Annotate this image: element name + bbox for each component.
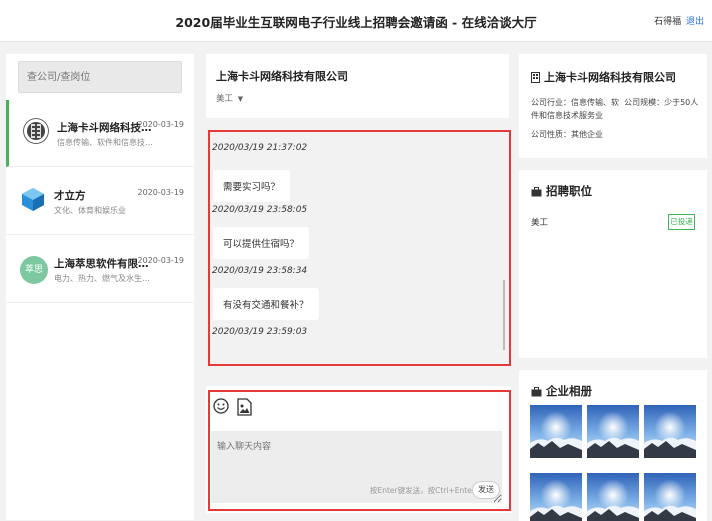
image-icon[interactable] xyxy=(237,398,253,416)
conversation-item[interactable]: 才立方 2020-03-19 文化、体育和娱乐业 xyxy=(6,168,194,235)
page-title: 2020届毕业生互联网电子行业线上招聘会邀请函 - 在线洽谈大厅 xyxy=(175,15,537,30)
album-photo[interactable] xyxy=(644,473,696,521)
emoji-icon[interactable] xyxy=(213,398,229,416)
album-panel: 企业相册 xyxy=(519,370,707,521)
conversation-item[interactable]: 萃思 上海萃思软件有限公司 2020-03-19 电力、热力、燃气及水生产和供应… xyxy=(6,236,194,303)
chat-company-name: 上海卡斗网络科技有限公司 xyxy=(216,70,348,83)
send-button[interactable]: 发送 xyxy=(472,481,500,499)
conversation-item[interactable]: 上海卡斗网络科技有限公司 2020-03-19 信息传输、软件和信息技术服务业 xyxy=(6,100,194,167)
company-avatar: 萃思 xyxy=(20,256,48,284)
company-scale: 公司规模：少于50人 xyxy=(624,98,699,107)
album-photo[interactable] xyxy=(644,405,696,458)
conversation-industry: 信息传输、软件和信息技术服务业 xyxy=(57,138,157,147)
message-timestamp: 2020/03/19 23:59:03 xyxy=(212,327,308,337)
conversation-industry: 文化、体育和娱乐业 xyxy=(54,206,126,215)
position-dropdown[interactable]: 美工 ▼ xyxy=(216,92,243,104)
user-area: 石得福 退出 xyxy=(654,14,704,27)
album-photo[interactable] xyxy=(587,473,639,521)
message-timestamp: 2020/03/19 23:58:34 xyxy=(212,266,308,276)
conversation-date: 2020-03-19 xyxy=(137,120,185,129)
top-header: 2020届毕业生互联网电子行业线上招聘会邀请函 - 在线洽谈大厅 石得福 退出 xyxy=(0,0,712,42)
conversation-sidebar: 上海卡斗网络科技有限公司 2020-03-19 信息传输、软件和信息技术服务业 … xyxy=(6,54,194,520)
message-list[interactable]: 2020/03/19 21:37:02 需要实习吗？ 2020/03/19 23… xyxy=(208,130,511,366)
album-heading-label: 企业相册 xyxy=(546,384,592,398)
album-heading: 企业相册 xyxy=(531,383,592,400)
building-icon xyxy=(531,72,540,86)
user-name: 石得福 xyxy=(654,17,682,27)
briefcase-icon xyxy=(531,186,542,200)
message-bubble: 需要实习吗？ xyxy=(213,170,291,202)
message-timestamp: 2020/03/19 23:58:05 xyxy=(212,205,308,215)
album-photo[interactable] xyxy=(587,405,639,458)
jobs-panel: 招聘职位 美工 已投递 xyxy=(519,170,707,358)
message-timestamp: 2020/03/19 21:37:02 xyxy=(212,143,308,153)
conversation-date: 2020-03-19 xyxy=(137,256,185,265)
chat-header: 上海卡斗网络科技有限公司 美工 ▼ xyxy=(206,54,509,118)
company-logo-icon xyxy=(23,118,49,144)
conversation-date: 2020-03-19 xyxy=(137,188,185,197)
company-industry: 公司行业：信息传输、软 公司规模：少于50人 件和信息技术服务业 xyxy=(531,96,701,122)
status-badge: 已投递 xyxy=(668,214,695,230)
album-photo[interactable] xyxy=(530,473,582,521)
jobs-heading: 招聘职位 xyxy=(531,183,592,200)
company-info-panel: 上海卡斗网络科技有限公司 公司行业：信息传输、软 公司规模：少于50人 件和信息… xyxy=(519,54,707,158)
company-info-name: 上海卡斗网络科技有限公司 xyxy=(544,71,676,84)
chevron-down-icon: ▼ xyxy=(237,95,244,103)
scrollbar[interactable] xyxy=(503,280,505,350)
message-bubble: 有没有交通和餐补？ xyxy=(213,288,319,320)
jobs-heading-label: 招聘职位 xyxy=(546,184,592,198)
company-industry-line2: 件和信息技术服务业 xyxy=(531,111,603,120)
message-bubble: 可以提供住宿吗？ xyxy=(213,227,310,259)
company-industry-line: 公司行业：信息传输、软 xyxy=(531,98,619,107)
company-logo-icon xyxy=(20,186,46,212)
company-info-title: 上海卡斗网络科技有限公司 xyxy=(531,69,676,86)
search-input[interactable] xyxy=(18,61,182,93)
briefcase-icon xyxy=(531,386,542,400)
conversation-industry: 电力、热力、燃气及水生产和供应业 xyxy=(54,274,154,283)
album-photo[interactable] xyxy=(530,405,582,458)
company-nature: 公司性质：其他企业 xyxy=(531,130,603,139)
position-label: 美工 xyxy=(216,94,234,104)
logout-link[interactable]: 退出 xyxy=(686,17,704,27)
job-title[interactable]: 美工 xyxy=(531,216,548,228)
